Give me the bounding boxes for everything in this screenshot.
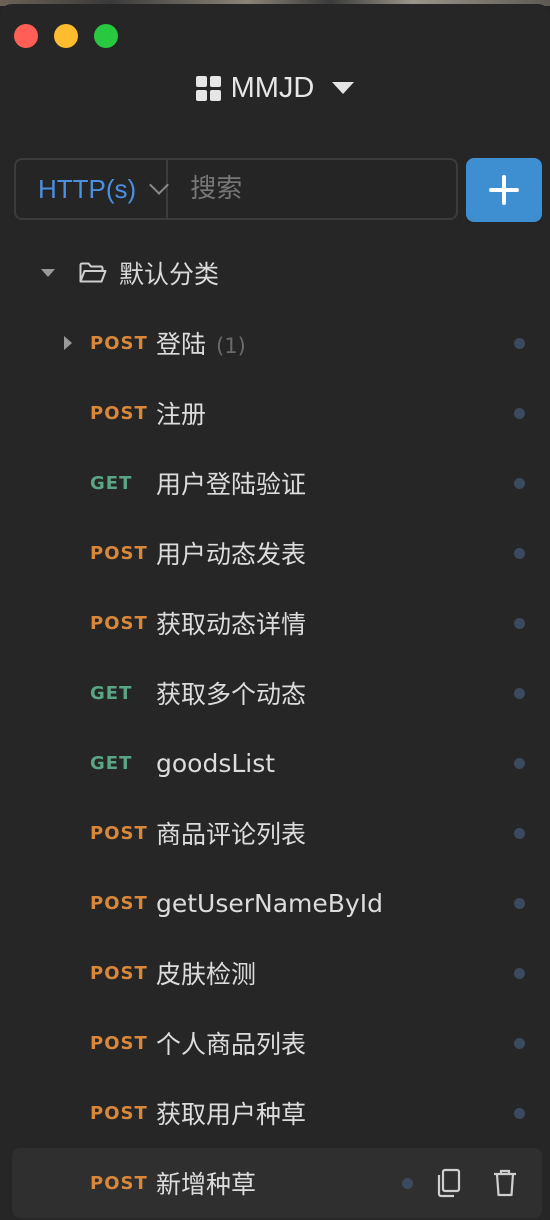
status-dot bbox=[514, 1107, 525, 1119]
request-item[interactable]: POST 用户动态发表 bbox=[0, 518, 550, 588]
request-name-text: 获取多个动态 bbox=[156, 680, 307, 709]
method-badge: POST bbox=[90, 332, 148, 354]
request-count: (1) bbox=[216, 334, 246, 358]
request-item[interactable]: POST getUserNameById bbox=[0, 868, 550, 938]
request-name: 新增种草 bbox=[156, 1165, 256, 1201]
request-name-text: getUserNameById bbox=[156, 888, 383, 918]
grid-icon bbox=[195, 75, 221, 101]
status-dot bbox=[514, 617, 525, 629]
add-request-button[interactable] bbox=[466, 158, 542, 222]
copy-icon[interactable] bbox=[436, 1168, 462, 1198]
request-name-text: 用户登陆验证 bbox=[156, 470, 307, 499]
request-item[interactable]: POST 商品评论列表 bbox=[0, 798, 550, 868]
method-badge: POST bbox=[90, 962, 148, 984]
request-item[interactable]: POST 新增种草 bbox=[12, 1148, 542, 1218]
method-badge: POST bbox=[90, 892, 148, 914]
folder-default[interactable]: 默认分类 bbox=[0, 246, 550, 300]
method-badge: POST bbox=[90, 1172, 148, 1194]
method-badge: POST bbox=[90, 1032, 148, 1054]
protocol-label: HTTP(s) bbox=[38, 173, 137, 204]
chevron-down-icon bbox=[149, 175, 170, 195]
request-name-text: 获取动态详情 bbox=[156, 610, 307, 639]
folder-label: 默认分类 bbox=[119, 260, 220, 289]
method-badge: POST bbox=[90, 1102, 148, 1124]
request-item[interactable]: GET 获取多个动态 bbox=[0, 658, 550, 728]
status-dot bbox=[514, 337, 525, 349]
request-name-text: goodsList bbox=[156, 748, 276, 778]
window-controls bbox=[14, 24, 118, 48]
search-bar: HTTP(s) bbox=[14, 158, 517, 220]
request-name-text: 新增种草 bbox=[156, 1170, 257, 1199]
status-dot bbox=[514, 547, 525, 559]
status-dot bbox=[514, 687, 525, 699]
close-window-button[interactable] bbox=[14, 24, 38, 48]
plus-icon bbox=[489, 175, 519, 205]
status-dot bbox=[514, 897, 525, 909]
request-name-text: 商品评论列表 bbox=[156, 820, 307, 849]
request-name: 获取动态详情 bbox=[156, 605, 306, 641]
request-name: 注册 bbox=[156, 395, 206, 431]
request-name-text: 注册 bbox=[156, 400, 207, 429]
project-name: MMJD bbox=[230, 71, 315, 104]
request-list: POST 登陆 (1) POST 注册 GET 用户登陆验证 POST 用户动态发表 POST 获取… bbox=[0, 308, 550, 1218]
request-name-text: 用户动态发表 bbox=[156, 540, 307, 569]
request-item[interactable]: GET 用户登陆验证 bbox=[0, 448, 550, 518]
request-name-text: 个人商品列表 bbox=[156, 1030, 307, 1059]
request-item[interactable]: POST 皮肤检测 bbox=[0, 938, 550, 1008]
request-name: 获取用户种草 bbox=[156, 1095, 306, 1131]
request-name-text: 获取用户种草 bbox=[156, 1100, 307, 1129]
request-item[interactable]: GET goodsList bbox=[0, 728, 550, 798]
method-badge: POST bbox=[90, 822, 148, 844]
status-dot bbox=[514, 827, 525, 839]
status-dot bbox=[514, 757, 525, 769]
project-switcher[interactable]: MMJD bbox=[0, 66, 550, 110]
request-item[interactable]: POST 获取动态详情 bbox=[0, 588, 550, 658]
request-name: 皮肤检测 bbox=[156, 955, 256, 991]
caret-down-icon bbox=[332, 82, 355, 94]
status-dot bbox=[514, 477, 525, 489]
status-dot bbox=[514, 407, 525, 419]
trash-icon[interactable] bbox=[492, 1168, 518, 1198]
method-badge: GET bbox=[90, 682, 133, 704]
maximize-window-button[interactable] bbox=[94, 24, 118, 48]
minimize-window-button[interactable] bbox=[54, 24, 78, 48]
request-name: 个人商品列表 bbox=[156, 1025, 306, 1061]
protocol-select[interactable]: HTTP(s) bbox=[16, 160, 170, 218]
method-badge: POST bbox=[90, 402, 148, 424]
request-name: 商品评论列表 bbox=[156, 815, 306, 851]
request-item[interactable]: POST 注册 bbox=[0, 378, 550, 448]
method-badge: POST bbox=[90, 612, 148, 634]
expand-triangle-icon[interactable] bbox=[41, 269, 55, 277]
request-name: 用户动态发表 bbox=[156, 535, 306, 571]
request-name-text: 登陆 bbox=[156, 330, 207, 359]
search-input[interactable] bbox=[168, 159, 517, 219]
status-dot bbox=[402, 1177, 413, 1189]
status-dot bbox=[514, 1037, 525, 1049]
folder-open-icon bbox=[79, 262, 107, 283]
method-badge: GET bbox=[90, 472, 133, 494]
status-dot bbox=[514, 967, 525, 979]
request-name-text: 皮肤检测 bbox=[156, 960, 257, 989]
request-item[interactable]: POST 登陆 (1) bbox=[0, 308, 550, 378]
request-name: 用户登陆验证 bbox=[156, 465, 306, 501]
request-item[interactable]: POST 个人商品列表 bbox=[0, 1008, 550, 1078]
request-name: 获取多个动态 bbox=[156, 675, 306, 711]
request-name: getUserNameById bbox=[156, 889, 383, 918]
request-item[interactable]: POST 获取用户种草 bbox=[0, 1078, 550, 1148]
method-badge: GET bbox=[90, 752, 133, 774]
method-badge: POST bbox=[90, 542, 148, 564]
request-name: goodsList bbox=[156, 749, 275, 778]
expand-triangle-icon[interactable] bbox=[64, 336, 72, 350]
request-name: 登陆 (1) bbox=[156, 325, 246, 361]
